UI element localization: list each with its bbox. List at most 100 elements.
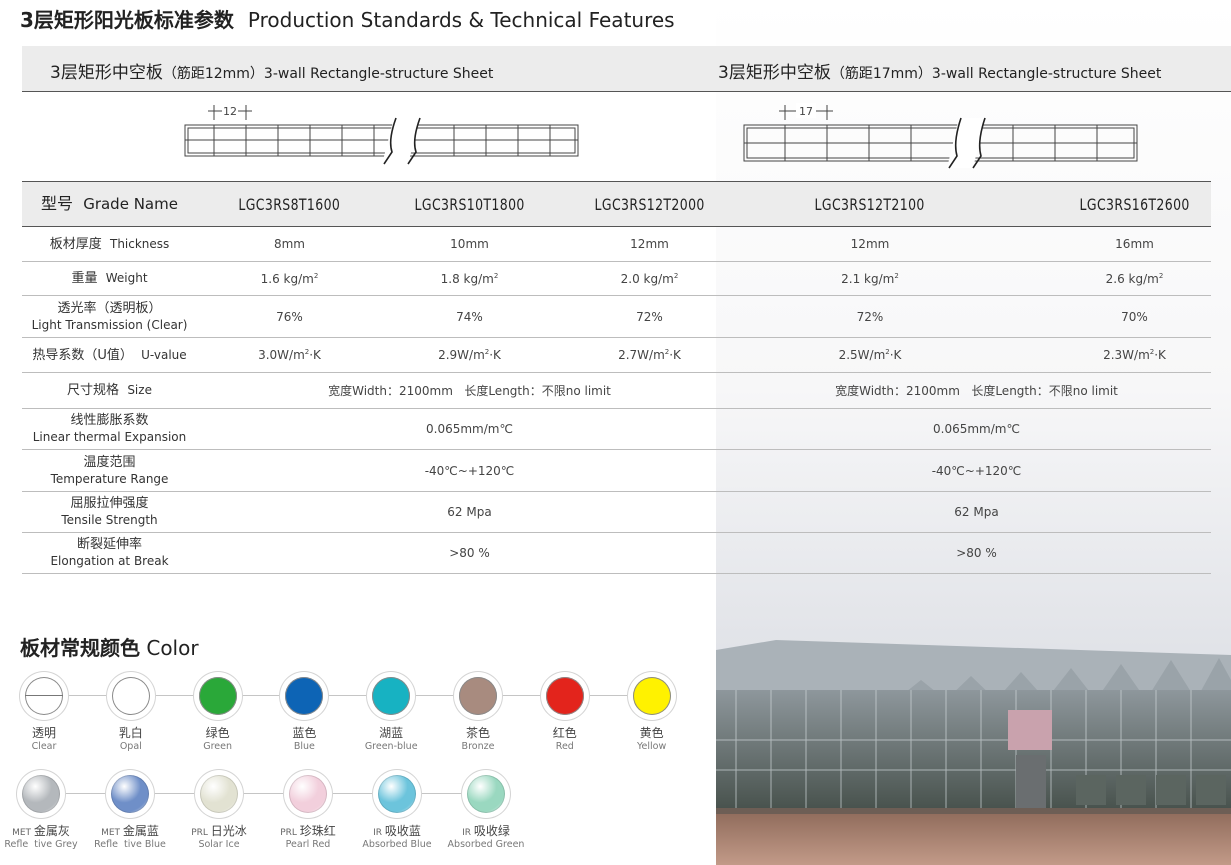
grade-cell: LGC3RS10T1800: [382, 181, 557, 227]
sheet-section-12mm-diagram: 12: [184, 103, 579, 165]
swatch-label-en: Refle tive Grey: [4, 839, 78, 850]
cell: 2.9W/m2·K: [382, 337, 557, 373]
swatch-label-zh: 黄色: [612, 724, 692, 741]
solar-ice-swatch-icon: [200, 775, 238, 813]
cell: 3.0W/m2·K: [197, 337, 382, 373]
swatch-prefix: MET: [12, 828, 34, 838]
cell: 62 Mpa: [742, 491, 1211, 533]
suffix: ·K: [489, 348, 501, 362]
rib-spacing-17-label: 17: [799, 105, 813, 118]
swatch-label-zh: 红色: [525, 724, 605, 741]
label-zh: 断裂延伸率: [76, 537, 142, 552]
page-title: 3层矩形阳光板标准参数 Production Standards & Techni…: [20, 4, 675, 33]
swatch-label-en: Refle tive Blue: [94, 839, 166, 850]
swatch-zh-text: 红色: [552, 726, 577, 740]
absorbed-blue-swatch-icon: [378, 775, 416, 813]
cell: 0.065mm/m℃: [197, 408, 742, 450]
metallic-grey-swatch-icon: [22, 775, 60, 813]
swatch-zh-text: 透明: [31, 726, 56, 740]
swatch-label-zh: 乳白: [91, 724, 171, 741]
color-swatch-blue: 蓝色 Blue: [264, 672, 344, 762]
cell: 1.8 kg/m2: [382, 261, 557, 296]
metallic-blue-swatch-icon: [111, 775, 149, 813]
sheet-title-zh: 3层矩形中空板: [718, 63, 831, 83]
label-zh: 板材厚度: [49, 236, 102, 252]
cell: -40℃~+120℃: [742, 449, 1211, 492]
page-title-en: Production Standards & Technical Feature…: [247, 8, 675, 32]
value: 2.1 kg/m: [841, 271, 895, 286]
grade-value: LGC3RS12T2100: [814, 194, 926, 214]
grade-header-row: 型号 Grade Name LGC3RS8T1600 LGC3RS10T1800…: [22, 181, 1211, 227]
swatch-label-en: Absorbed Blue: [362, 839, 432, 850]
cell: 宽度Width：2100mm 长度Length：不限no limit: [197, 372, 742, 409]
grade-cell: LGC3RS12T2100: [742, 181, 1058, 227]
label-zh: 热导系数（U值）: [32, 347, 133, 363]
row-label: 板材厚度 Thickness: [22, 226, 197, 262]
rib-spacing-12-label: 12: [223, 105, 237, 118]
opal-swatch-icon: [111, 677, 150, 715]
swatch-label-zh: MET 金属蓝: [90, 822, 170, 839]
swatch-label-zh: 绿色: [178, 724, 258, 741]
color-swatch-opal: 乳白 Opal: [91, 672, 171, 762]
cell: 12mm: [742, 226, 1058, 262]
value: 1.8 kg/m: [440, 271, 494, 286]
color-swatch-green: 绿色 Green: [178, 672, 258, 762]
cell: 72%: [557, 295, 742, 338]
label-en: Temperature Range: [50, 471, 169, 486]
sheet-section-17mm-diagram: 17: [743, 103, 1138, 169]
color-swatch-metallic-grey: MET 金属灰 Refle tive Grey: [1, 770, 81, 860]
color-swatch-green-blue: 湖蓝 Green-blue: [351, 672, 431, 762]
weight-row: 重量 Weight 1.6 kg/m2 1.8 kg/m2 2.0 kg/m2 …: [22, 261, 1211, 296]
cell: 12mm: [557, 226, 742, 262]
grade-value: LGC3RS8T1600: [238, 194, 341, 214]
transmission-row: 透光率（透明板） Light Transmission (Clear) 76% 7…: [22, 295, 1211, 338]
label-en: Elongation at Break: [50, 554, 169, 568]
cell: 10mm: [382, 226, 557, 262]
cell: 76%: [197, 295, 382, 338]
cell: 70%: [1058, 295, 1211, 338]
swatch-label-en: Red: [555, 741, 574, 752]
grade-name-zh: 型号: [41, 194, 74, 213]
tensile-row: 屈服拉伸强度 Tensile Strength 62 Mpa 62 Mpa: [22, 491, 1211, 533]
row-label: 屈服拉伸强度 Tensile Strength: [22, 491, 197, 533]
label-en: U-value: [141, 347, 187, 362]
swatch-zh-text: 乳白: [118, 726, 143, 740]
cell: 2.1 kg/m2: [742, 261, 1058, 296]
row-label: 尺寸规格 Size: [22, 372, 197, 409]
color-swatch-bronze: 茶色 Bronze: [438, 672, 518, 762]
cell: -40℃~+120℃: [197, 449, 742, 492]
cell: >80 %: [742, 532, 1211, 574]
clear-swatch-icon: [25, 677, 63, 715]
value: 3.0W/m: [258, 348, 305, 362]
value: 2.5W/m: [838, 348, 886, 362]
color-title-zh: 板材常规颜色: [20, 636, 140, 660]
sheet-title-17mm: 3层矩形中空板（筋距17mm）3-wall Rectangle-structur…: [718, 58, 1161, 83]
row-label: 断裂延伸率 Elongation at Break: [22, 532, 197, 574]
color-swatch-absorbed-blue: IR 吸收蓝 Absorbed Blue: [357, 770, 437, 860]
cell: 2.0 kg/m2: [557, 261, 742, 296]
suffix: ·K: [669, 348, 681, 362]
sheet-title-12mm: 3层矩形中空板（筋距12mm）3-wall Rectangle-structur…: [50, 58, 493, 83]
cell: 62 Mpa: [197, 491, 742, 533]
grade-cell: LGC3RS16T2600: [1058, 181, 1211, 227]
sheet-spacing: （筋距17mm）: [830, 66, 932, 82]
swatch-label-zh: PRL 珍珠红: [268, 822, 348, 839]
pearl-red-swatch-icon: [289, 775, 327, 813]
swatch-zh-text: 吸收蓝: [384, 824, 421, 838]
swatch-zh-text: 吸收绿: [473, 824, 510, 838]
color-swatch-clear: 透明 Clear: [4, 672, 84, 762]
grade-name-en: Grade Name: [83, 195, 178, 213]
spec-table: 型号 Grade Name LGC3RS8T1600 LGC3RS10T1800…: [22, 181, 1211, 574]
cell: >80 %: [197, 532, 742, 574]
grade-value: LGC3RS12T2000: [594, 194, 705, 214]
temperature-row: 温度范围 Temperature Range -40℃~+120℃ -40℃~+1…: [22, 449, 1211, 492]
swatch-prefix: PRL: [191, 828, 211, 838]
swatch-label-en: Green: [203, 741, 232, 752]
thickness-row: 板材厚度 Thickness 8mm 10mm 12mm 12mm 16mm: [22, 226, 1211, 262]
cell: 2.6 kg/m2: [1058, 261, 1211, 296]
row-label: 重量 Weight: [22, 261, 197, 296]
cell: 74%: [382, 295, 557, 338]
absorbed-green-swatch-icon: [467, 775, 505, 813]
label-en: Size: [127, 383, 152, 397]
sup: 2: [673, 271, 679, 280]
